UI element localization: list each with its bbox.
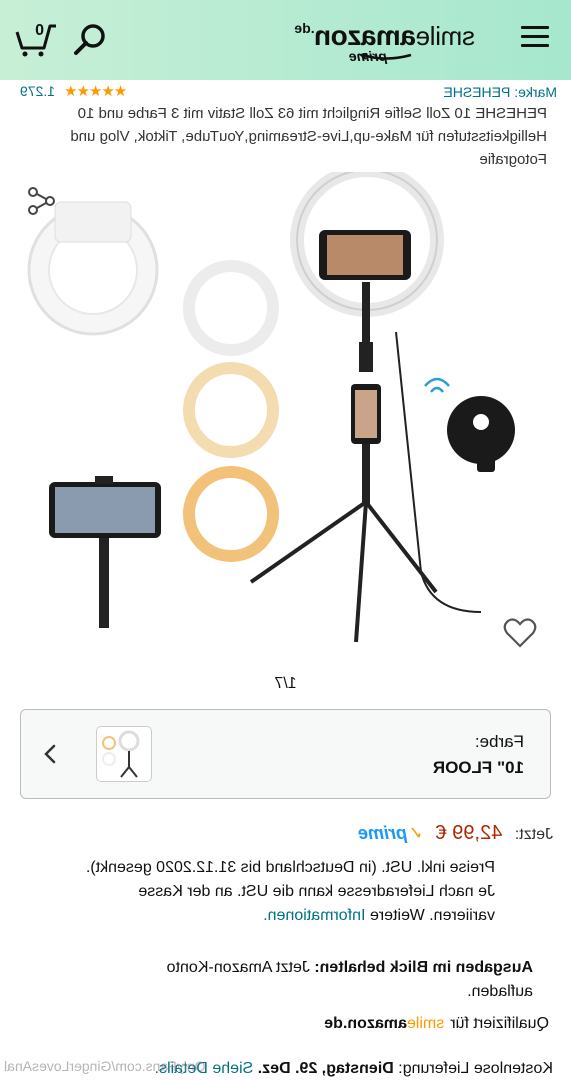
star-rating-icon: ★★★★★ xyxy=(65,83,128,100)
image-counter: 1/7 xyxy=(274,675,297,692)
menu-icon-bar xyxy=(521,26,549,29)
product-image-gallery[interactable] xyxy=(0,163,571,662)
search-icon[interactable] xyxy=(73,22,107,56)
smile-amazon-small-logo: smileamazon.de xyxy=(324,1015,444,1033)
variant-label: Farbe: xyxy=(474,732,524,751)
cart-button[interactable]: 0 xyxy=(14,20,58,58)
price-label: Jetzt: xyxy=(514,826,553,843)
prime-badge: ✓ prime xyxy=(358,823,423,844)
product-title: PEHESHE 10 Zoll Selfie Ringlicht mit 63 … xyxy=(70,105,547,168)
heart-icon[interactable] xyxy=(503,616,537,650)
menu-icon-bar xyxy=(521,44,549,47)
share-icon[interactable] xyxy=(26,186,56,216)
budget-heading: Ausgaben im Blick behalten: xyxy=(314,959,533,976)
smile-amazon-logo[interactable]: smileamazon.de prime xyxy=(275,20,475,64)
delivery-info: Kostenlose Lieferung: Dienstag, 29. Dez.… xyxy=(155,1060,553,1078)
delivery-date: Dienstag, 29. Dez. xyxy=(257,1060,394,1077)
budget-note: Ausgaben im Blick behalten: Jetzt Amazon… xyxy=(105,956,533,1004)
logo-prime-text: prime xyxy=(348,48,387,64)
cart-count: 0 xyxy=(35,22,44,39)
small-logo-smile: smile xyxy=(406,1015,445,1032)
menu-icon-bar xyxy=(521,35,549,38)
qualifies-text: Qualifiziert für xyxy=(450,1015,549,1032)
product-image[interactable] xyxy=(0,163,571,662)
price-value: 42,99 € xyxy=(435,822,503,844)
tax-info-link[interactable]: Informationen. xyxy=(263,907,365,924)
small-logo-tld: .de xyxy=(324,1015,348,1032)
variant-thumbnail xyxy=(96,726,152,782)
logo-smile-text: smile xyxy=(415,21,475,51)
menu-button[interactable] xyxy=(521,26,549,48)
price-row: Jetzt: 42,99 € ✓ prime xyxy=(13,822,553,850)
watermark: OnlyFans.com/GingerLovesAnal xyxy=(4,1058,206,1074)
color-variant-selector[interactable]: Farbe: 10" FLOOR xyxy=(20,709,551,799)
brand-rating-row: Marke: PEHESHE ★★★★★ 1.279 xyxy=(0,80,571,102)
small-logo-amazon: amazon xyxy=(347,1015,407,1032)
delivery-text: Kostenlose Lieferung: xyxy=(393,1060,553,1077)
logo-tld-text: .de xyxy=(294,20,315,36)
rating[interactable]: ★★★★★ 1.279 xyxy=(20,82,127,100)
rating-count: 1.279 xyxy=(20,83,56,99)
prime-text: prime xyxy=(358,823,408,843)
mirrored-page: smileamazon.de prime 0 Marke: PEHESHE ★★… xyxy=(0,0,571,1080)
app-header: smileamazon.de prime 0 xyxy=(0,0,571,80)
chevron-right-icon xyxy=(44,744,56,764)
brand-link[interactable]: Marke: PEHESHE xyxy=(443,84,557,100)
prime-check-icon: ✓ xyxy=(408,823,424,843)
variant-value: 10" FLOOR xyxy=(432,758,524,777)
variant-thumbnail-image xyxy=(102,730,140,778)
tax-note: Preise inkl. USt. (in Deutschland bis 31… xyxy=(75,856,495,928)
logo-amazon-text: amazon xyxy=(314,20,416,51)
smile-qualifies: Qualifiziert für smileamazon.de xyxy=(324,1015,549,1033)
